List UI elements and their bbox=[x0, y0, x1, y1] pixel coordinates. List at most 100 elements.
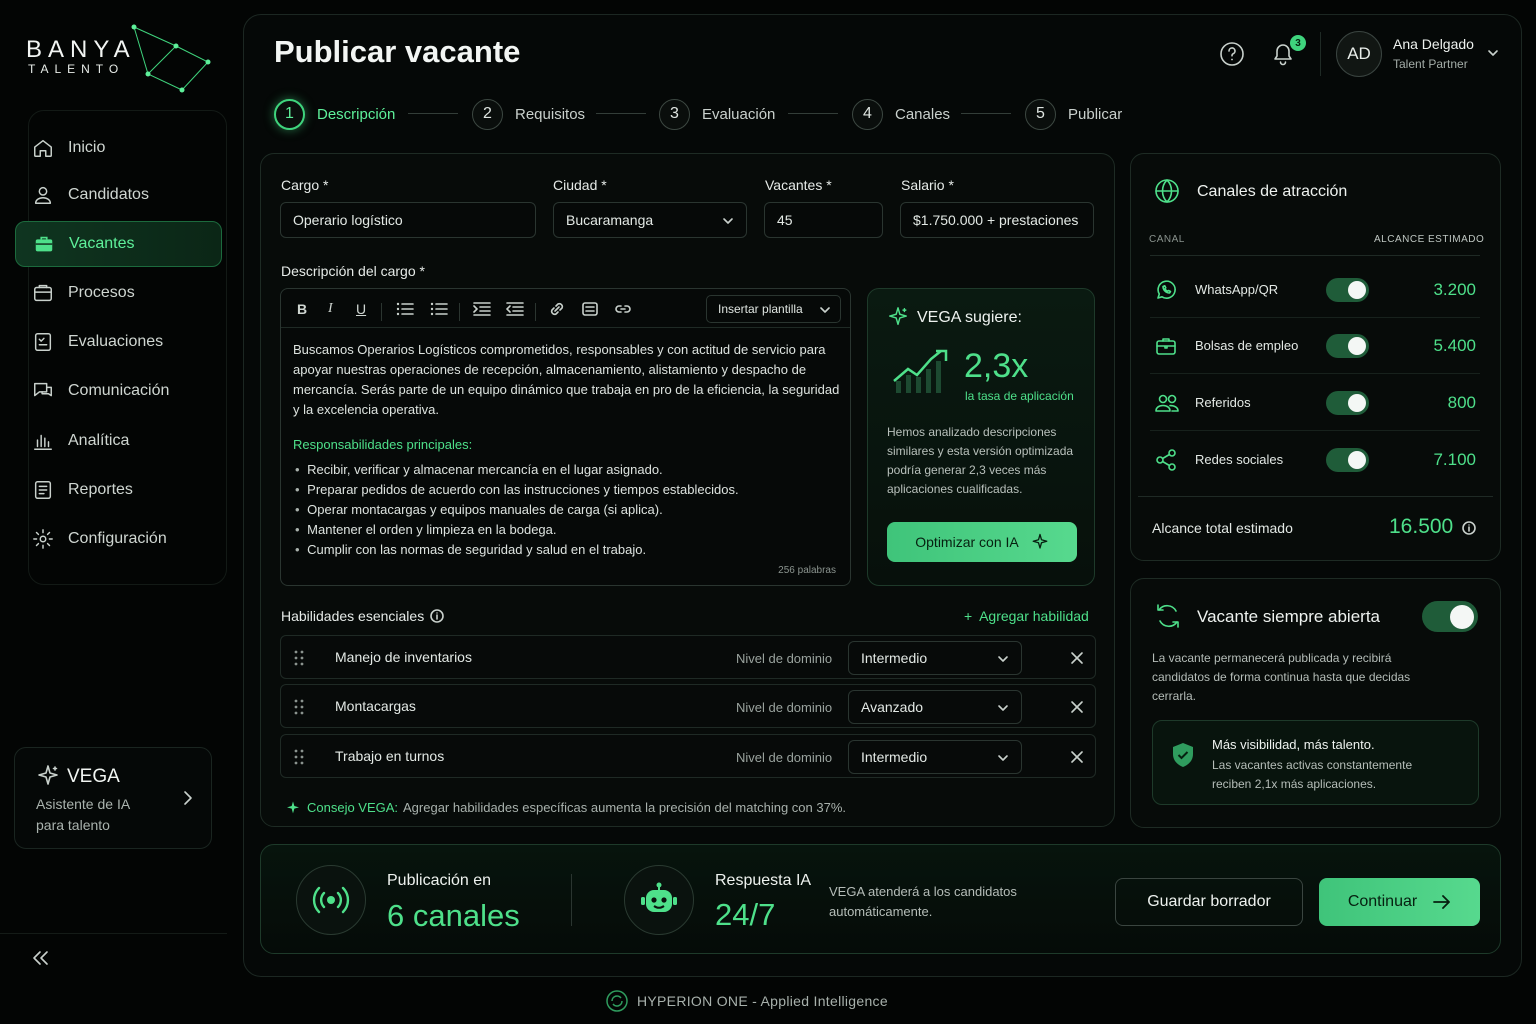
constellation-logo-icon bbox=[131, 24, 211, 93]
sidebar-item-vacantes[interactable]: Vacantes bbox=[15, 221, 222, 267]
skills-label: Habilidades esenciales bbox=[281, 608, 425, 624]
level-label: Nivel de dominio bbox=[736, 750, 833, 765]
drag-handle-icon[interactable] bbox=[294, 650, 304, 666]
bold-icon[interactable]: B bbox=[297, 301, 307, 317]
sidebar-item-evaluaciones[interactable]: Evaluaciones bbox=[15, 319, 222, 365]
channel-row-whatsapp: WhatsApp/QR 3.200 bbox=[1150, 262, 1480, 318]
share-icon bbox=[1156, 449, 1176, 471]
toolbar-separator bbox=[535, 303, 536, 321]
skill-name[interactable]: Manejo de inventarios bbox=[335, 649, 472, 665]
toggle-knob bbox=[1450, 604, 1474, 629]
sidebar-item-procesos[interactable]: Procesos bbox=[15, 270, 222, 316]
sidebar-item-label: Evaluaciones bbox=[68, 333, 164, 350]
briefcase-icon bbox=[35, 236, 53, 252]
whatsapp-icon bbox=[1157, 280, 1176, 299]
step-descripcion[interactable]: 1 Descripción bbox=[274, 98, 395, 130]
vacantes-input[interactable]: 45 bbox=[764, 202, 883, 238]
brand-name: BANYA bbox=[26, 36, 136, 63]
close-icon[interactable] bbox=[1070, 750, 1084, 764]
channel-toggle[interactable] bbox=[1326, 448, 1369, 472]
salario-input[interactable]: $1.750.000 + prestaciones bbox=[900, 202, 1094, 238]
description-text[interactable]: Buscamos Operarios Logísticos comprometi… bbox=[293, 340, 843, 420]
optimize-ai-button[interactable]: Optimizar con IA bbox=[887, 522, 1077, 562]
sidebar-item-candidatos[interactable]: Candidatos bbox=[15, 172, 222, 218]
close-icon[interactable] bbox=[1070, 651, 1084, 665]
save-draft-button[interactable]: Guardar borrador bbox=[1115, 878, 1303, 926]
continue-button[interactable]: Continuar bbox=[1319, 878, 1480, 926]
link-icon[interactable] bbox=[548, 301, 566, 317]
header-divider bbox=[1150, 255, 1480, 256]
level-select[interactable]: Avanzado bbox=[848, 690, 1022, 724]
step-label: Canales bbox=[895, 105, 951, 123]
collapse-icon[interactable] bbox=[32, 950, 50, 966]
sidebar-footer bbox=[0, 933, 227, 981]
outdent-icon[interactable] bbox=[506, 301, 524, 317]
skill-name[interactable]: Montacargas bbox=[335, 698, 416, 714]
sidebar-item-configuracion[interactable]: Configuración bbox=[15, 516, 222, 562]
col-reach: ALCANCE ESTIMADO bbox=[1374, 234, 1485, 245]
help-icon[interactable] bbox=[1219, 41, 1245, 67]
ciudad-label: Ciudad * bbox=[553, 177, 607, 193]
bullet-list-icon[interactable] bbox=[396, 301, 414, 317]
info-icon[interactable] bbox=[430, 609, 444, 623]
descripcion-label: Descripción del cargo * bbox=[281, 263, 425, 279]
indent-icon[interactable] bbox=[473, 301, 491, 317]
vega-assistant-card[interactable]: VEGA Asistente de IA para talento bbox=[14, 747, 212, 849]
report-icon bbox=[34, 481, 52, 499]
sidebar-item-label: Candidatos bbox=[68, 186, 149, 203]
info-icon[interactable] bbox=[1462, 521, 1476, 535]
responsibilities-title: Responsabilidades principales: bbox=[293, 437, 473, 452]
sidebar-item-reportes[interactable]: Reportes bbox=[15, 467, 222, 513]
toolbar-separator bbox=[459, 303, 460, 321]
underline-icon[interactable]: U bbox=[356, 301, 366, 317]
robot-icon bbox=[641, 882, 677, 912]
toggle-knob bbox=[1348, 337, 1366, 355]
vega-subtitle-2: para talento bbox=[36, 817, 110, 833]
step-number: 2 bbox=[472, 98, 503, 130]
step-requisitos[interactable]: 2 Requisitos bbox=[472, 98, 585, 130]
sidebar-item-comunicacion[interactable]: Comunicación bbox=[15, 368, 222, 414]
sidebar-item-analitica[interactable]: Analítica bbox=[15, 418, 222, 464]
cargo-input[interactable]: Operario logístico bbox=[280, 202, 536, 238]
chevron-down-icon bbox=[998, 656, 1008, 662]
toolbar-separator bbox=[381, 303, 382, 321]
channel-toggle[interactable] bbox=[1326, 278, 1369, 302]
description-editor[interactable]: B I U Insertar plantilla Buscamos Operar… bbox=[280, 288, 851, 586]
ciudad-select[interactable]: Bucaramanga bbox=[553, 202, 747, 238]
always-open-toggle[interactable] bbox=[1422, 601, 1478, 632]
add-skill-button[interactable]: + Agregar habilidad bbox=[964, 608, 1089, 624]
channel-row-referidos: Referidos 800 bbox=[1150, 375, 1480, 431]
gear-icon bbox=[33, 529, 53, 549]
level-label: Nivel de dominio bbox=[736, 700, 833, 715]
channel-row-bolsas: Bolsas de empleo 5.400 bbox=[1150, 318, 1480, 374]
insert-template-dropdown[interactable]: Insertar plantilla bbox=[706, 295, 841, 323]
trend-chart-icon bbox=[893, 349, 948, 393]
unlink-icon[interactable] bbox=[614, 301, 632, 317]
italic-icon[interactable]: I bbox=[328, 301, 333, 317]
sidebar-item-inicio[interactable]: Inicio bbox=[15, 125, 222, 171]
level-select[interactable]: Intermedio bbox=[848, 740, 1022, 774]
numbered-list-icon[interactable] bbox=[430, 301, 448, 317]
channel-toggle[interactable] bbox=[1326, 391, 1369, 415]
close-icon[interactable] bbox=[1070, 700, 1084, 714]
drag-handle-icon[interactable] bbox=[294, 699, 304, 715]
level-select[interactable]: Intermedio bbox=[848, 641, 1022, 675]
avatar[interactable]: AD bbox=[1336, 31, 1382, 77]
drag-handle-icon[interactable] bbox=[294, 749, 304, 765]
user-name[interactable]: Ana Delgado bbox=[1393, 36, 1474, 52]
chevron-down-icon[interactable] bbox=[1487, 48, 1499, 58]
skill-name[interactable]: Trabajo en turnos bbox=[335, 748, 444, 764]
channel-toggle[interactable] bbox=[1326, 334, 1369, 358]
vega-suggest-title: VEGA sugiere: bbox=[917, 309, 1022, 326]
save-draft-label: Guardar borrador bbox=[1147, 893, 1271, 910]
total-label: Alcance total estimado bbox=[1152, 520, 1293, 536]
chevron-right-icon bbox=[184, 791, 192, 805]
media-icon[interactable] bbox=[581, 301, 599, 317]
step-evaluacion[interactable]: 3 Evaluación bbox=[659, 98, 775, 130]
vega-subtitle-1: Asistente de IA bbox=[36, 796, 131, 812]
col-channel: CANAL bbox=[1149, 234, 1185, 245]
vacantes-label: Vacantes * bbox=[765, 177, 832, 193]
sparkle-icon bbox=[287, 801, 299, 814]
step-publicar[interactable]: 5 Publicar bbox=[1025, 98, 1122, 130]
step-canales[interactable]: 4 Canales bbox=[852, 98, 950, 130]
